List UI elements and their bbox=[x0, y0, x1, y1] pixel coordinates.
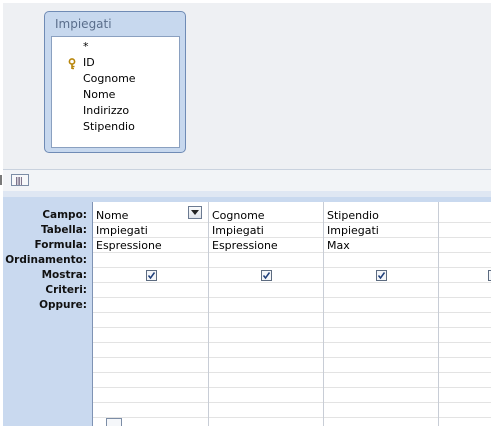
checkmark-icon bbox=[377, 272, 386, 280]
key-icon bbox=[68, 58, 80, 70]
row-label-oppure: Oppure: bbox=[39, 299, 87, 311]
chevron-down-icon bbox=[191, 210, 199, 215]
field-list[interactable]: * ID Cognome Nome Indirizzo Stipendio bbox=[51, 36, 180, 148]
field-nome[interactable]: Nome bbox=[83, 88, 115, 101]
checkmark-icon bbox=[147, 272, 156, 280]
grid-line bbox=[93, 357, 491, 358]
row-label-formula: Formula: bbox=[34, 239, 87, 251]
cell-formula-3[interactable]: Max bbox=[327, 239, 350, 252]
column-divider[interactable] bbox=[208, 202, 209, 426]
grid-header-strip bbox=[3, 191, 491, 197]
design-grid-pane: Campo: Tabella: Formula: Ordinamento: Mo… bbox=[3, 191, 491, 426]
grid-line bbox=[93, 402, 491, 403]
grid-line bbox=[93, 222, 491, 223]
mostra-checkbox-2[interactable] bbox=[261, 270, 272, 281]
cell-campo-2[interactable]: Cognome bbox=[212, 209, 265, 222]
cell-tabella-3[interactable]: Impiegati bbox=[327, 224, 379, 237]
diagram-scrollbar-thumb[interactable]: |||| bbox=[11, 174, 29, 186]
grid-line bbox=[93, 327, 491, 328]
grid-line bbox=[93, 282, 491, 283]
grid-line bbox=[93, 312, 491, 313]
grid-line bbox=[93, 297, 491, 298]
field-stipendio[interactable]: Stipendio bbox=[83, 120, 135, 133]
cell-campo-1[interactable]: Nome bbox=[96, 209, 128, 222]
row-label-tabella: Tabella: bbox=[40, 224, 87, 236]
cell-formula-2[interactable]: Espressione bbox=[212, 239, 278, 252]
grid-line bbox=[93, 417, 491, 418]
table-box-impiegati[interactable]: Impiegati * ID Cognome Nome Indirizzo St… bbox=[44, 11, 186, 153]
field-cognome[interactable]: Cognome bbox=[83, 72, 136, 85]
splitter-edge bbox=[0, 175, 2, 185]
grid-scrollbar-thumb[interactable] bbox=[106, 418, 122, 426]
column-divider[interactable] bbox=[438, 202, 439, 426]
cell-tabella-1[interactable]: Impiegati bbox=[96, 224, 148, 237]
campo-dropdown-button[interactable] bbox=[188, 206, 202, 219]
row-label-criteri: Criteri: bbox=[45, 284, 87, 296]
grid-line bbox=[93, 237, 491, 238]
grid-line bbox=[93, 372, 491, 373]
row-label-campo: Campo: bbox=[42, 209, 87, 221]
pane-splitter[interactable]: |||| bbox=[3, 169, 491, 192]
column-divider[interactable] bbox=[323, 202, 324, 426]
cell-formula-1[interactable]: Espressione bbox=[96, 239, 162, 252]
mostra-checkbox-1[interactable] bbox=[146, 270, 157, 281]
checkmark-icon bbox=[262, 272, 271, 280]
cell-tabella-2[interactable]: Impiegati bbox=[212, 224, 264, 237]
grid-line bbox=[93, 342, 491, 343]
field-id[interactable]: ID bbox=[83, 56, 95, 69]
row-label-mostra: Mostra: bbox=[41, 269, 87, 281]
query-diagram-pane[interactable]: Impiegati * ID Cognome Nome Indirizzo St… bbox=[3, 3, 491, 169]
cell-campo-3[interactable]: Stipendio bbox=[327, 209, 379, 222]
grid-line bbox=[93, 387, 491, 388]
field-indirizzo[interactable]: Indirizzo bbox=[83, 104, 129, 117]
query-design-grid[interactable]: Nome Impiegati Espressione Cognome Impie… bbox=[92, 202, 491, 426]
grid-line bbox=[93, 267, 491, 268]
row-label-ordinamento: Ordinamento: bbox=[5, 254, 87, 266]
mostra-checkbox-3[interactable] bbox=[376, 270, 387, 281]
table-title[interactable]: Impiegati bbox=[55, 17, 112, 31]
grid-line bbox=[93, 252, 491, 253]
field-all[interactable]: * bbox=[83, 40, 89, 53]
